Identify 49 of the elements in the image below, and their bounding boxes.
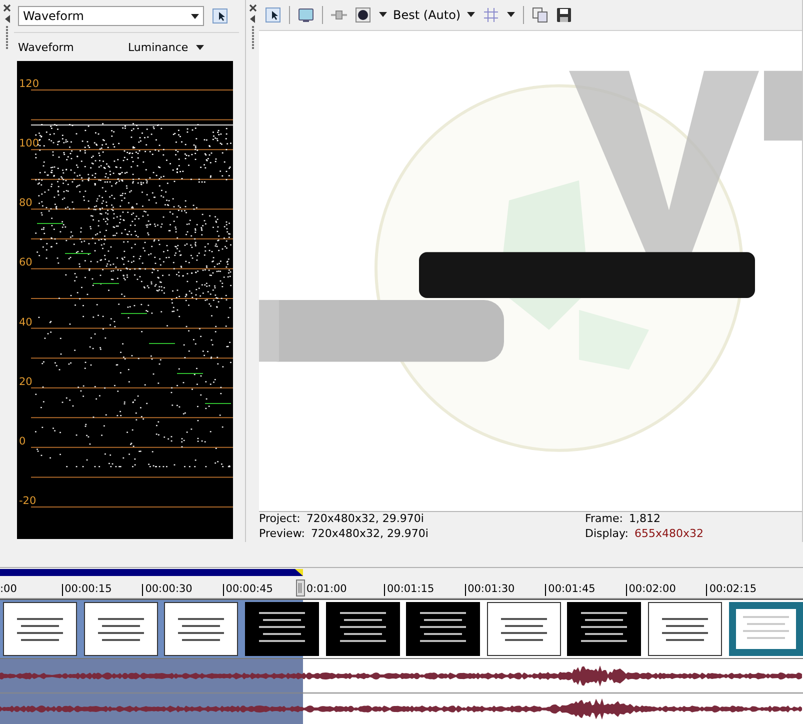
info-value: 720x480x32, 29.970i	[310, 526, 428, 542]
time-label: 00:01:15	[386, 584, 434, 594]
scale-label: 120	[19, 78, 40, 90]
time-label: 0:01:00	[306, 584, 347, 594]
time-label: 00:00:45	[226, 584, 273, 594]
close-icon[interactable]	[248, 4, 256, 12]
save-icon[interactable]	[556, 6, 572, 23]
pointer-icon[interactable]	[212, 8, 228, 24]
time-label: 00:00:15	[64, 584, 112, 594]
scope-dropdown[interactable]: Waveform	[18, 6, 204, 26]
left-arrow-icon[interactable]	[250, 15, 255, 23]
info-value: 655x480x32	[634, 526, 704, 542]
pointer-icon[interactable]	[265, 6, 281, 23]
scale-label: 40	[19, 316, 32, 328]
caret-icon	[506, 12, 515, 18]
scale-label: 60	[19, 256, 32, 269]
time-label: 00:01:30	[468, 584, 515, 594]
scale-label: 80	[19, 197, 32, 210]
info-label: Project:	[259, 512, 300, 527]
info-value: 1,812	[628, 512, 660, 527]
scale-label: 20	[19, 376, 32, 388]
scope-mode-label: Waveform	[18, 40, 75, 54]
quality-dropdown[interactable]: Best (Auto)	[379, 8, 475, 22]
info-label: Preview:	[259, 526, 305, 542]
info-label: Frame:	[585, 512, 623, 527]
time-label: 00:02:15	[709, 584, 757, 594]
scale-label: 0	[19, 435, 26, 448]
time-label: 00:02:00	[628, 584, 676, 594]
info-label: Display:	[585, 526, 628, 542]
monitor-icon[interactable]	[298, 6, 314, 23]
grip-handle[interactable]	[5, 26, 9, 50]
close-icon[interactable]	[3, 4, 11, 12]
circle-icon[interactable]	[355, 6, 371, 23]
caret-icon	[466, 12, 475, 18]
scale-label: -20	[19, 495, 36, 507]
caret-icon	[191, 14, 199, 18]
left-arrow-icon[interactable]	[4, 15, 10, 23]
info-value: 720x480x32, 29.970i	[306, 512, 424, 527]
channel-dropdown[interactable]: Luminance	[128, 40, 204, 54]
grid-icon[interactable]	[482, 6, 499, 23]
caret-icon	[379, 12, 387, 18]
grip-handle[interactable]	[250, 26, 254, 50]
copy-icon[interactable]	[532, 6, 548, 23]
time-label: :00	[0, 584, 17, 594]
loop-end-marker[interactable]	[295, 569, 303, 576]
caret-icon	[196, 44, 204, 50]
scale-label: 100	[19, 138, 40, 150]
time-label: 00:01:45	[548, 584, 596, 594]
time-label: 00:00:30	[145, 584, 192, 594]
